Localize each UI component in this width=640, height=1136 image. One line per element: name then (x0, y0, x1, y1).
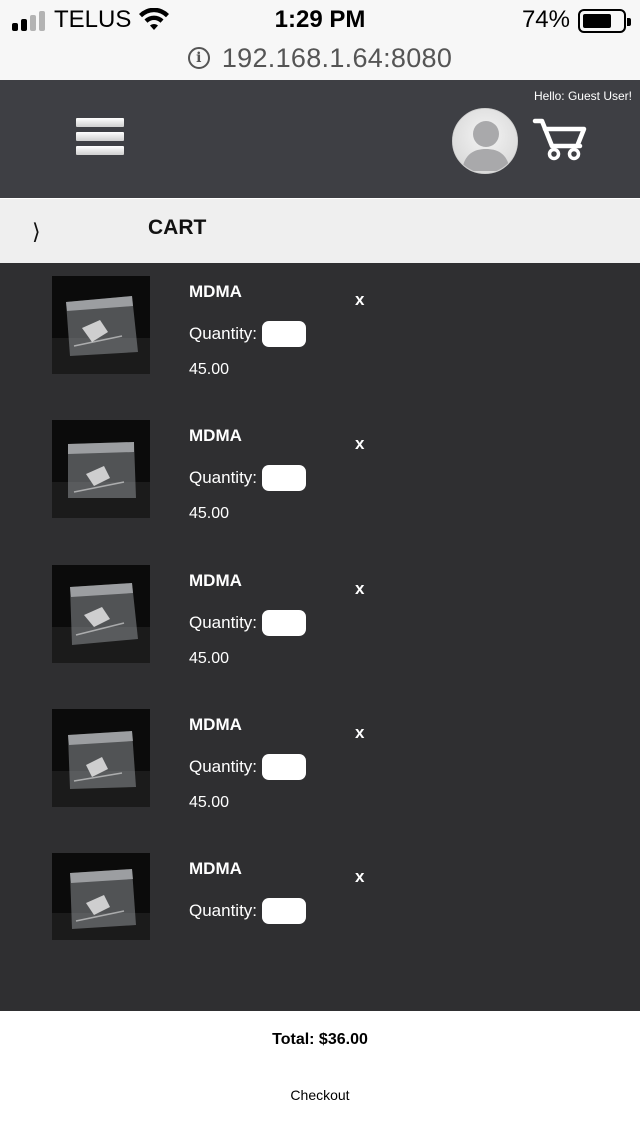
quantity-label: Quantity: (189, 757, 258, 776)
quantity-label: Quantity: (189, 468, 258, 487)
item-price: 45.00 (189, 794, 230, 811)
status-bar: TELUS 1:29 PM 74% (0, 0, 640, 40)
checkout-button[interactable]: Checkout (270, 1087, 370, 1103)
item-price: 45.00 (189, 505, 230, 522)
url-text[interactable]: 192.168.1.64:8080 (222, 43, 452, 74)
product-image (52, 565, 150, 663)
item-name: MDMA (189, 859, 242, 878)
cart-item: MDMA x Quantity: 45.00 (0, 696, 640, 836)
battery-percent: 74% (521, 6, 570, 33)
quantity-label: Quantity: (189, 901, 258, 920)
item-name: MDMA (189, 571, 242, 590)
quantity-input[interactable] (262, 898, 306, 924)
remove-item-button[interactable]: x (355, 290, 364, 310)
avatar-icon[interactable] (452, 108, 518, 174)
page-title: CART (148, 216, 207, 239)
cart-total: Total: $36.00 (272, 1031, 368, 1048)
item-name: MDMA (189, 282, 242, 301)
item-name: MDMA (189, 715, 242, 734)
cart-item: MDMA x Quantity: 45.00 (0, 407, 640, 547)
product-image (52, 853, 150, 940)
remove-item-button[interactable]: x (355, 434, 364, 454)
quantity-input[interactable] (262, 610, 306, 636)
remove-item-button[interactable]: x (355, 867, 364, 887)
cart-icon[interactable] (532, 116, 588, 162)
breadcrumb: ⟩ CART (0, 199, 640, 263)
item-price: 45.00 (189, 361, 230, 378)
address-bar[interactable]: i 192.168.1.64:8080 (0, 40, 640, 80)
product-image (52, 276, 150, 374)
greeting-text: Hello: Guest User! (533, 89, 632, 103)
quantity-input[interactable] (262, 465, 306, 491)
hamburger-menu-icon[interactable] (76, 118, 124, 156)
quantity-input[interactable] (262, 754, 306, 780)
cart-item: MDMA x Quantity: 45.00 (0, 263, 640, 403)
quantity-label: Quantity: (189, 613, 258, 632)
cart-item: MDMA x Quantity: (0, 840, 640, 980)
cart-list: MDMA x Quantity: 45.00 MDMA x Quantity: … (0, 263, 640, 1011)
cart-footer: Total: $36.00 Checkout (0, 1011, 640, 1136)
quantity-label: Quantity: (189, 324, 258, 343)
product-image (52, 709, 150, 807)
remove-item-button[interactable]: x (355, 579, 364, 599)
item-name: MDMA (189, 426, 242, 445)
info-icon[interactable]: i (187, 47, 210, 69)
cart-item: MDMA x Quantity: 45.00 (0, 552, 640, 692)
breadcrumb-toggle-icon[interactable]: ⟩ (32, 219, 41, 245)
product-image (52, 420, 150, 518)
battery-icon (578, 9, 631, 33)
quantity-input[interactable] (262, 321, 306, 347)
item-price: 45.00 (189, 650, 230, 667)
remove-item-button[interactable]: x (355, 723, 364, 743)
